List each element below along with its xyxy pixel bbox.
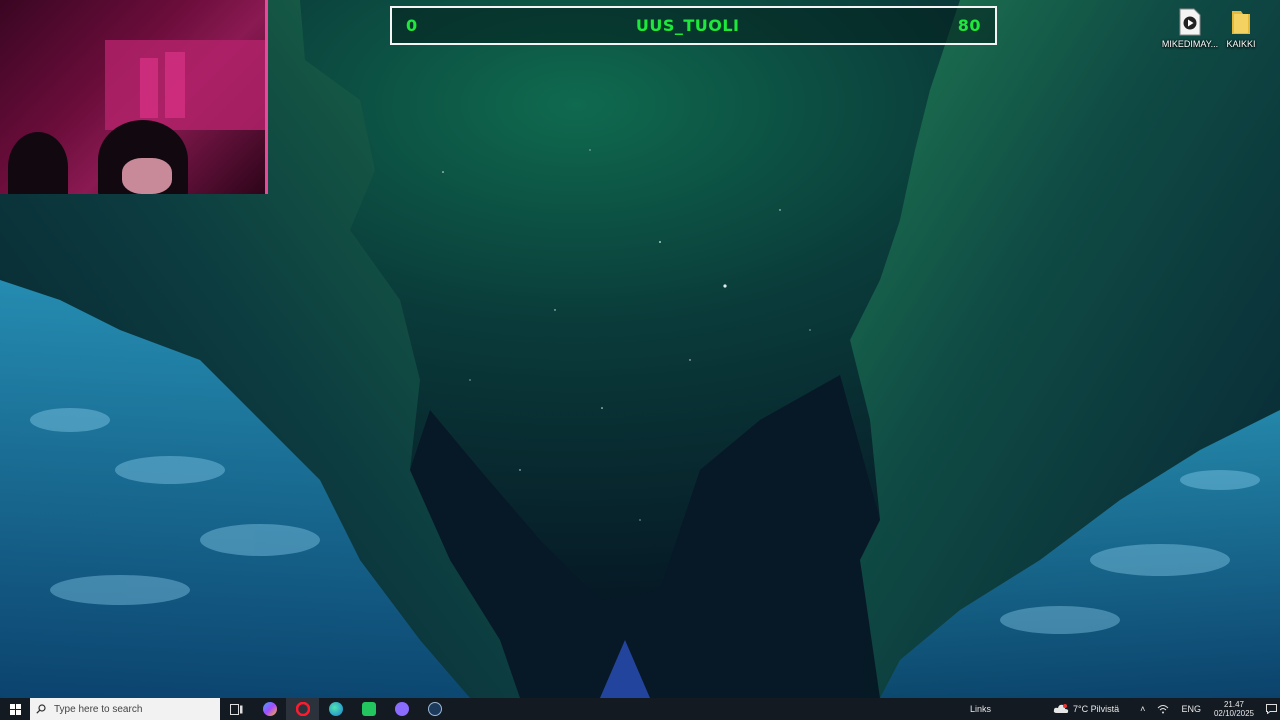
clock-time: 21.47 <box>1223 700 1244 709</box>
score-overlay: 0 UUS_TUOLI 80 <box>390 6 997 45</box>
start-button[interactable] <box>0 698 30 720</box>
notification-button[interactable] <box>1262 698 1280 720</box>
cloud-icon <box>1053 704 1069 713</box>
green-app-icon <box>361 702 376 716</box>
taskbar-discord[interactable] <box>385 698 418 720</box>
taskbar-edge[interactable] <box>319 698 352 720</box>
overlay-title: UUS_TUOLI <box>635 16 740 35</box>
opera-icon <box>295 702 310 716</box>
webcam-overlay <box>0 0 268 194</box>
clock[interactable]: 21.47 02/10/2025 <box>1214 700 1254 718</box>
discord-icon <box>394 702 409 716</box>
copilot-icon <box>262 702 277 716</box>
taskbar-green-app[interactable] <box>352 698 385 720</box>
taskbar-opera[interactable] <box>286 698 319 720</box>
clock-date: 02/10/2025 <box>1213 709 1254 718</box>
windows-icon <box>9 703 21 715</box>
right-score: 80 <box>957 16 981 35</box>
task-view-icon <box>230 703 243 715</box>
system-tray: Links 7°C Pilvistä ˄ ENG 21.47 02/10/202… <box>963 698 1280 720</box>
network-icon[interactable] <box>1157 704 1169 714</box>
weather-widget[interactable]: 7°C Pilvistä <box>1053 704 1119 714</box>
desktop-icon-video-label: MIKEDIMAY... <box>1161 39 1219 49</box>
desktop-icon-folder[interactable]: KAIKKI <box>1212 8 1270 49</box>
taskbar: Type here to search Links 7°C Pilvistä ˄… <box>0 698 1280 720</box>
desktop-icon-folder-label: KAIKKI <box>1226 39 1256 49</box>
language-indicator[interactable]: ENG <box>1181 704 1201 714</box>
taskbar-steam[interactable] <box>418 698 451 720</box>
taskbar-task-view[interactable] <box>220 698 253 720</box>
taskbar-copilot[interactable] <box>253 698 286 720</box>
search-placeholder: Type here to search <box>54 703 143 715</box>
desktop-icon-video[interactable]: MIKEDIMAY... <box>1161 8 1219 49</box>
left-score: 0 <box>406 16 418 35</box>
links-toolbar[interactable]: Links <box>970 704 991 714</box>
weather-text: 7°C Pilvistä <box>1073 704 1120 714</box>
steam-icon <box>427 702 442 716</box>
taskbar-search-box[interactable]: Type here to search <box>30 698 220 720</box>
search-icon <box>36 704 46 714</box>
folder-icon <box>1232 11 1250 34</box>
tray-chevron-icon[interactable]: ˄ <box>1140 704 1145 714</box>
edge-icon <box>328 702 343 716</box>
notification-icon <box>1265 704 1277 714</box>
video-file-icon <box>1179 8 1201 36</box>
